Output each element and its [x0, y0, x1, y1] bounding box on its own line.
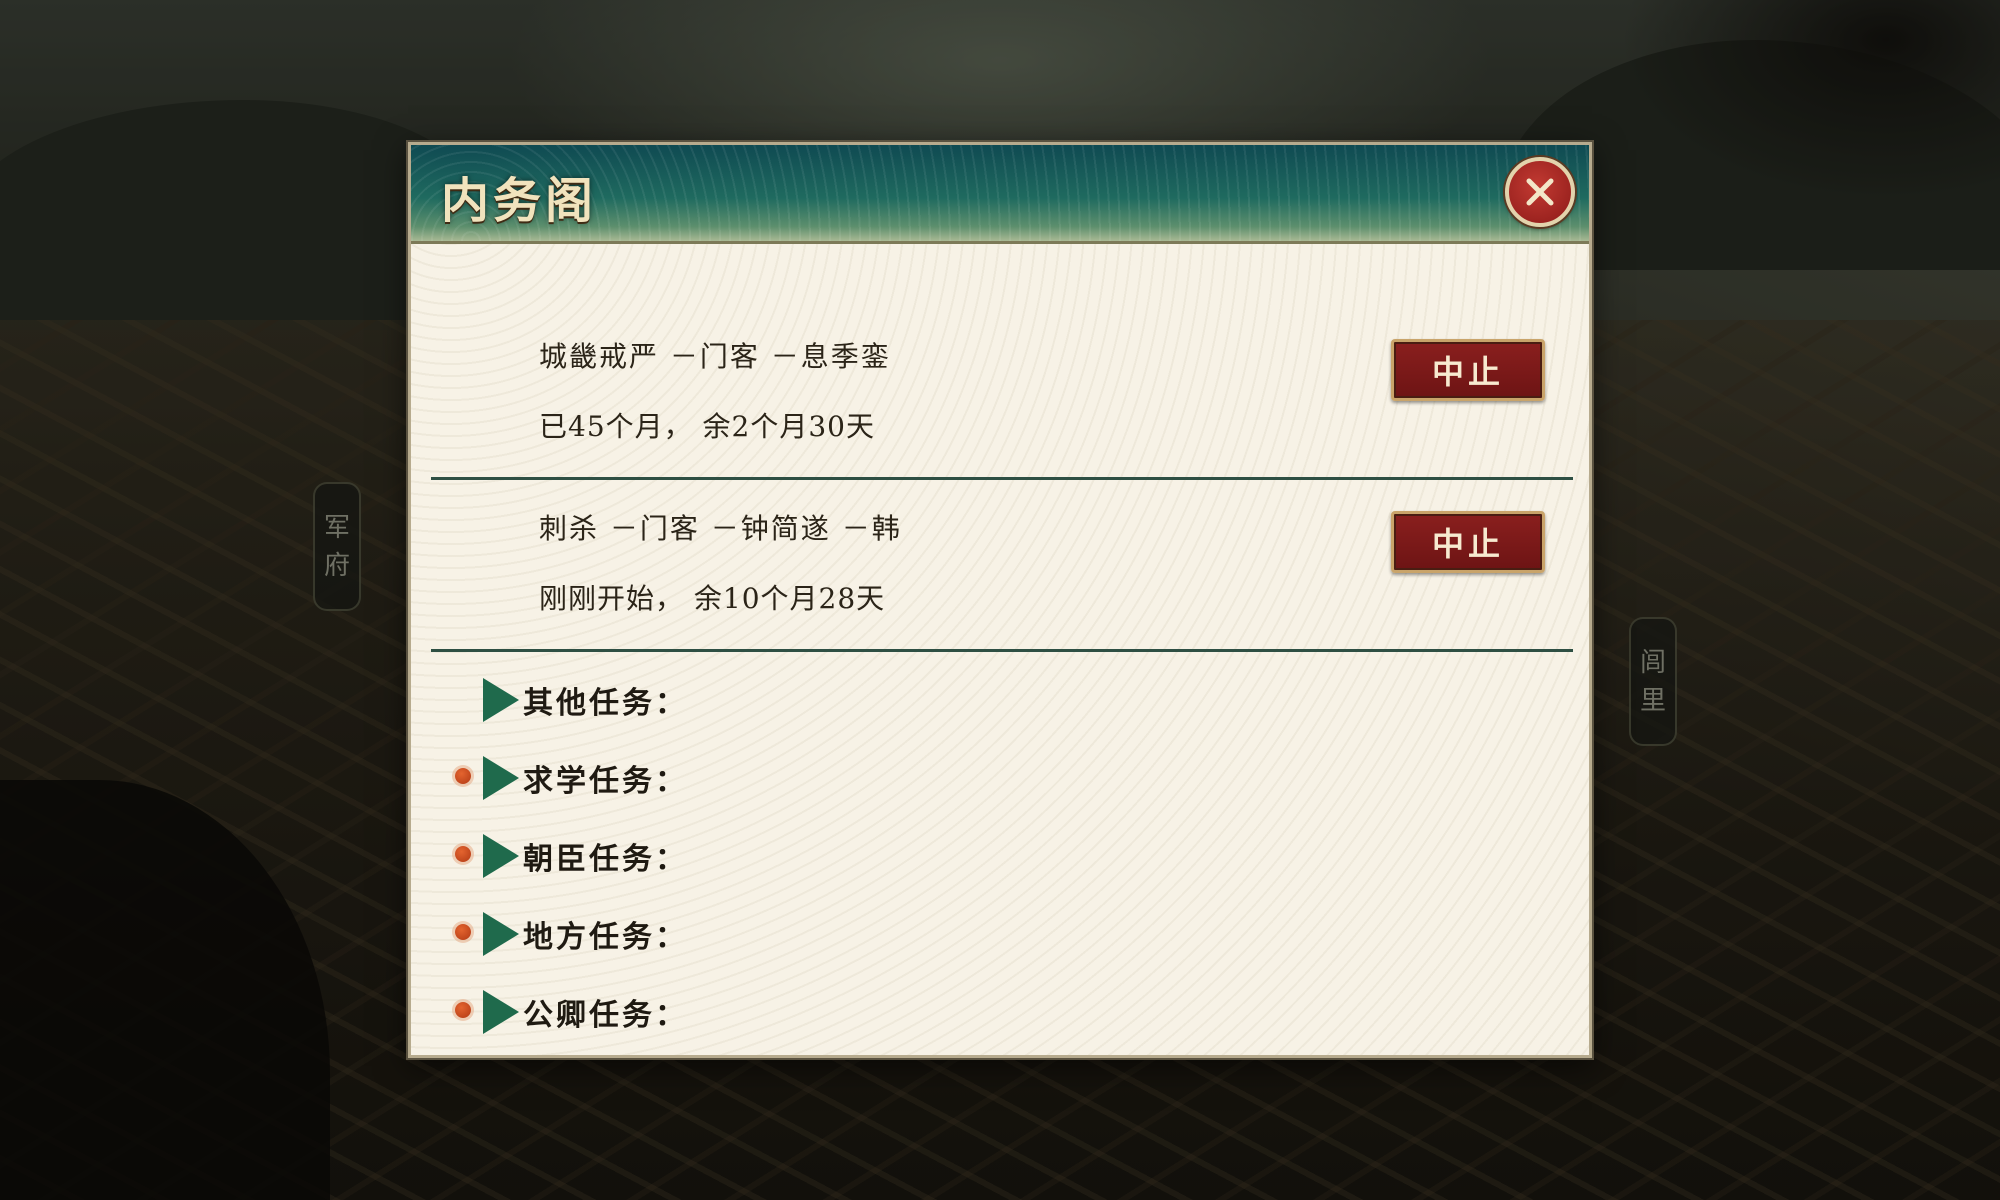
map-tag-char: 府: [323, 550, 350, 581]
category-minister-tasks[interactable]: 公卿任务：: [451, 980, 951, 1040]
category-court-tasks[interactable]: 朝臣任务：: [451, 824, 951, 884]
category-local-tasks[interactable]: 地方任务：: [451, 902, 951, 962]
notification-dot-icon: [455, 768, 471, 784]
notification-dot-icon: [455, 924, 471, 940]
expand-arrow-icon: [483, 912, 519, 956]
task-row: 城畿戒严 －门客 －息季銮 已45个月， 余2个月30天 中止: [431, 305, 1573, 480]
map-tag-char: 军: [323, 512, 350, 543]
dialog-title-bar: 内务阁: [411, 145, 1589, 244]
category-other-tasks[interactable]: 其他任务：: [451, 668, 951, 728]
notification-dot-icon: [455, 846, 471, 862]
internal-affairs-dialog: 内务阁 城畿戒严 －门客 －息季銮 已45个月， 余2个月30天 中止 刺杀 －…: [408, 142, 1592, 1058]
dialog-title: 内务阁: [441, 173, 598, 229]
expand-arrow-icon: [483, 834, 519, 878]
task-progress: 已45个月， 余2个月30天: [539, 410, 875, 443]
map-tag-char: 闾: [1639, 647, 1666, 678]
task-row: 刺杀 －门客 －钟简遂 －韩 刚刚开始， 余10个月28天 中止: [431, 477, 1573, 652]
notification-dot-icon: [455, 1002, 471, 1018]
map-tag-lvli[interactable]: 闾 里: [1629, 617, 1677, 746]
close-icon: [1526, 178, 1554, 206]
expand-arrow-icon: [483, 990, 519, 1034]
category-label: 公卿任务：: [523, 998, 688, 1033]
map-tag-char: 里: [1639, 685, 1666, 716]
map-tag-junfu[interactable]: 军 府: [313, 482, 361, 611]
category-label: 求学任务：: [523, 764, 688, 799]
category-label: 地方任务：: [523, 920, 688, 955]
category-label: 其他任务：: [523, 686, 688, 721]
category-study-tasks[interactable]: 求学任务：: [451, 746, 951, 806]
expand-arrow-icon: [483, 756, 519, 800]
close-button[interactable]: [1505, 157, 1575, 227]
stop-button[interactable]: 中止: [1391, 511, 1545, 573]
category-label: 朝臣任务：: [523, 842, 688, 877]
task-progress: 刚刚开始， 余10个月28天: [539, 582, 886, 615]
task-name: 刺杀 －门客 －钟简遂 －韩: [539, 512, 902, 545]
expand-arrow-icon: [483, 678, 519, 722]
stop-button[interactable]: 中止: [1391, 339, 1545, 401]
task-name: 城畿戒严 －门客 －息季銮: [539, 340, 891, 373]
